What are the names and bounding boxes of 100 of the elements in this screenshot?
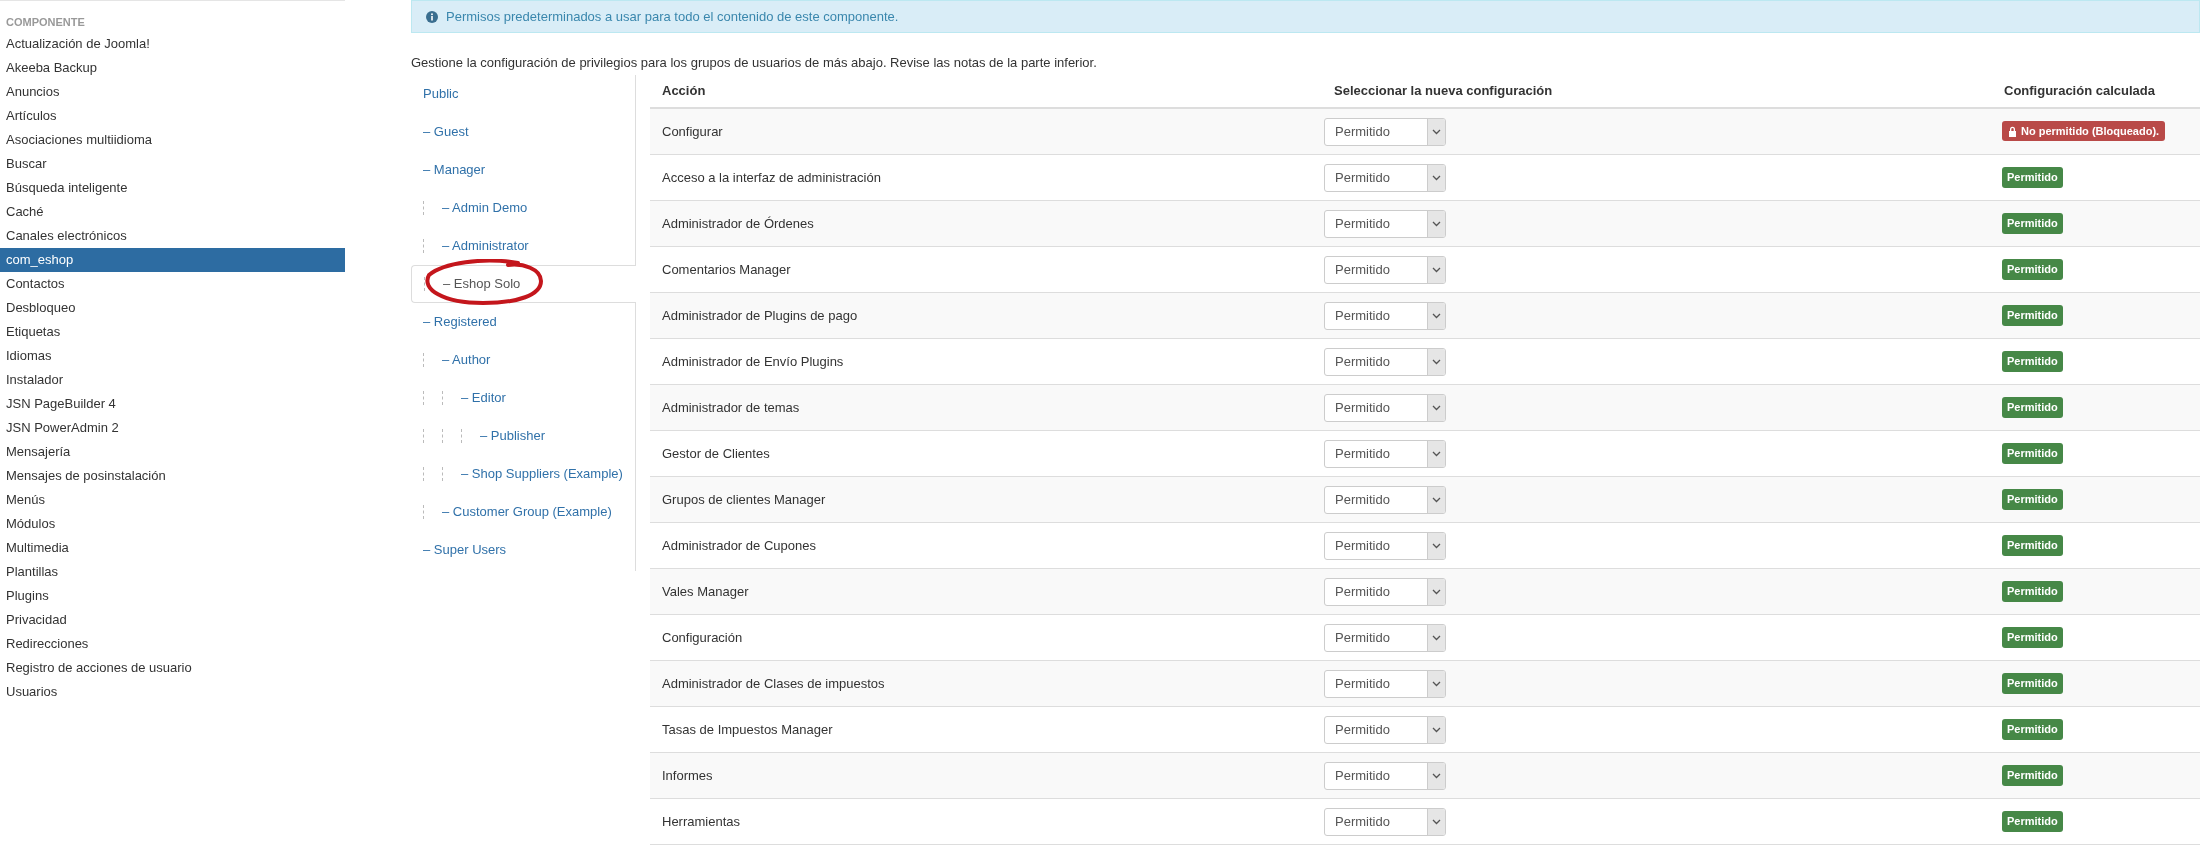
status-badge: Permitido (2002, 627, 2063, 648)
permission-select[interactable]: Permitido (1324, 669, 1446, 698)
chevron-down-icon (1432, 312, 1441, 319)
action-cell-text: Administrador de Envío Plugins (661, 352, 845, 371)
tree-guide-icon (442, 467, 443, 481)
tree-guide-icon (423, 429, 424, 443)
group-tab[interactable]: – Super Users (411, 531, 635, 569)
action-cell-text: Comentarios Manager (661, 260, 792, 279)
group-tab[interactable]: – Registered (411, 303, 635, 341)
sidebar-item[interactable]: Asociaciones multiidioma (0, 128, 345, 152)
group-tab[interactable]: – Administrator (411, 227, 635, 265)
info-icon (426, 10, 438, 23)
status-badge: Permitido (2002, 305, 2063, 326)
status-badge: Permitido (2002, 351, 2063, 372)
action-cell-text: Administrador de Cupones (661, 536, 817, 555)
tree-guide-icon (423, 353, 424, 367)
sidebar-item[interactable]: Etiquetas (0, 320, 345, 344)
sidebar-item[interactable]: Redirecciones (0, 632, 345, 656)
group-tab[interactable]: – Eshop Solo (411, 265, 636, 303)
status-badge: Permitido (2002, 581, 2063, 602)
permission-select[interactable]: Permitido (1324, 117, 1446, 146)
sidebar-item[interactable]: Mensajes de posinstalación (0, 464, 345, 488)
action-cell-text: Administrador de temas (661, 398, 801, 417)
sidebar-item[interactable]: JSN PageBuilder 4 (0, 392, 345, 416)
status-badge: Permitido (2002, 489, 2063, 510)
group-tab[interactable]: – Publisher (411, 417, 635, 455)
group-tab[interactable]: – Admin Demo (411, 189, 635, 227)
status-badge: Permitido (2002, 213, 2063, 234)
action-cell-text: Acceso a la interfaz de administración (661, 168, 882, 187)
action-cell-text: Grupos de clientes Manager (661, 490, 827, 509)
sidebar-item[interactable]: Búsqueda inteligente (0, 176, 345, 200)
status-badge: Permitido (2002, 673, 2063, 694)
sidebar-item[interactable]: Menús (0, 488, 345, 512)
action-cell-text: Tasas de Impuestos Manager (661, 720, 834, 739)
sidebar-item[interactable]: com_eshop (0, 248, 345, 272)
group-tab[interactable]: Public (411, 75, 635, 113)
status-badge: Permitido (2002, 397, 2063, 418)
group-tab[interactable]: – Guest (411, 113, 635, 151)
sidebar-item[interactable]: Registro de acciones de usuario (0, 656, 345, 680)
permission-select[interactable]: Permitido (1324, 485, 1446, 514)
sidebar-item[interactable]: Multimedia (0, 536, 345, 560)
sidebar-item[interactable]: Desbloqueo (0, 296, 345, 320)
permission-select[interactable]: Permitido (1324, 255, 1446, 284)
permission-select[interactable]: Permitido (1324, 163, 1446, 192)
sidebar-item[interactable]: Actualización de Joomla! (0, 32, 345, 56)
permission-select[interactable]: Permitido (1324, 347, 1446, 376)
chevron-down-icon (1432, 634, 1441, 641)
chevron-down-icon (1432, 128, 1441, 135)
lock-icon (2008, 125, 2017, 137)
sidebar-item[interactable]: Contactos (0, 272, 345, 296)
info-text: Permisos predeterminados a usar para todo el contenido de este componente. (446, 7, 899, 26)
chevron-down-icon (1432, 588, 1441, 595)
permission-select[interactable]: Permitido (1324, 577, 1446, 606)
sidebar-item[interactable]: Canales electrónicos (0, 224, 345, 248)
permission-select[interactable]: Permitido (1324, 209, 1446, 238)
chevron-down-icon (1432, 726, 1441, 733)
sidebar-item[interactable]: Privacidad (0, 608, 345, 632)
tree-guide-icon (442, 391, 443, 405)
sidebar-item[interactable]: Módulos (0, 512, 345, 536)
sidebar-item[interactable]: Idiomas (0, 344, 345, 368)
permission-select[interactable]: Permitido (1324, 623, 1446, 652)
column-header: Seleccionar la nueva configuración (1333, 82, 1554, 101)
group-tab[interactable]: – Customer Group (Example) (411, 493, 635, 531)
action-cell-text: Administrador de Plugins de pago (661, 306, 859, 325)
sidebar-item[interactable]: JSN PowerAdmin 2 (0, 416, 345, 440)
permission-select[interactable]: Permitido (1324, 761, 1446, 790)
sidebar-item[interactable]: Mensajería (0, 440, 345, 464)
locked-badge: No permitido (Bloqueado). (2002, 120, 2166, 142)
permission-select[interactable]: Permitido (1324, 301, 1446, 330)
permission-select[interactable]: Permitido (1324, 531, 1446, 560)
sidebar-heading: COMPONENTE (5, 15, 86, 30)
sidebar-item[interactable]: Artículos (0, 104, 345, 128)
sidebar-item[interactable]: Buscar (0, 152, 345, 176)
group-tab[interactable]: – Author (411, 341, 635, 379)
group-tab[interactable]: – Shop Suppliers (Example) (411, 455, 635, 493)
group-tab[interactable]: – Manager (411, 151, 635, 189)
column-header: Acción (661, 82, 707, 101)
permission-select[interactable]: Permitido (1324, 807, 1446, 836)
action-cell-text: Herramientas (661, 812, 742, 831)
chevron-down-icon (1432, 358, 1441, 365)
group-tab[interactable]: – Editor (411, 379, 635, 417)
permission-select[interactable]: Permitido (1324, 439, 1446, 468)
permission-select[interactable]: Permitido (1324, 393, 1446, 422)
sidebar-item[interactable]: Plugins (0, 584, 345, 608)
sidebar-item[interactable]: Akeeba Backup (0, 56, 345, 80)
action-cell-text: Configurar (661, 122, 724, 141)
chevron-down-icon (1432, 772, 1441, 779)
tree-guide-icon (423, 505, 424, 519)
sidebar-item[interactable]: Usuarios (0, 680, 345, 704)
sidebar-item[interactable]: Instalador (0, 368, 345, 392)
permission-select[interactable]: Permitido (1324, 715, 1446, 744)
sidebar-item[interactable]: Plantillas (0, 560, 345, 584)
chevron-down-icon (1432, 496, 1441, 503)
status-badge: Permitido (2002, 443, 2063, 464)
sidebar-item[interactable]: Caché (0, 200, 345, 224)
status-badge: Permitido (2002, 167, 2063, 188)
chevron-down-icon (1432, 818, 1441, 825)
sidebar-item[interactable]: Anuncios (0, 80, 345, 104)
status-badge: Permitido (2002, 535, 2063, 556)
tree-guide-icon (442, 429, 443, 443)
